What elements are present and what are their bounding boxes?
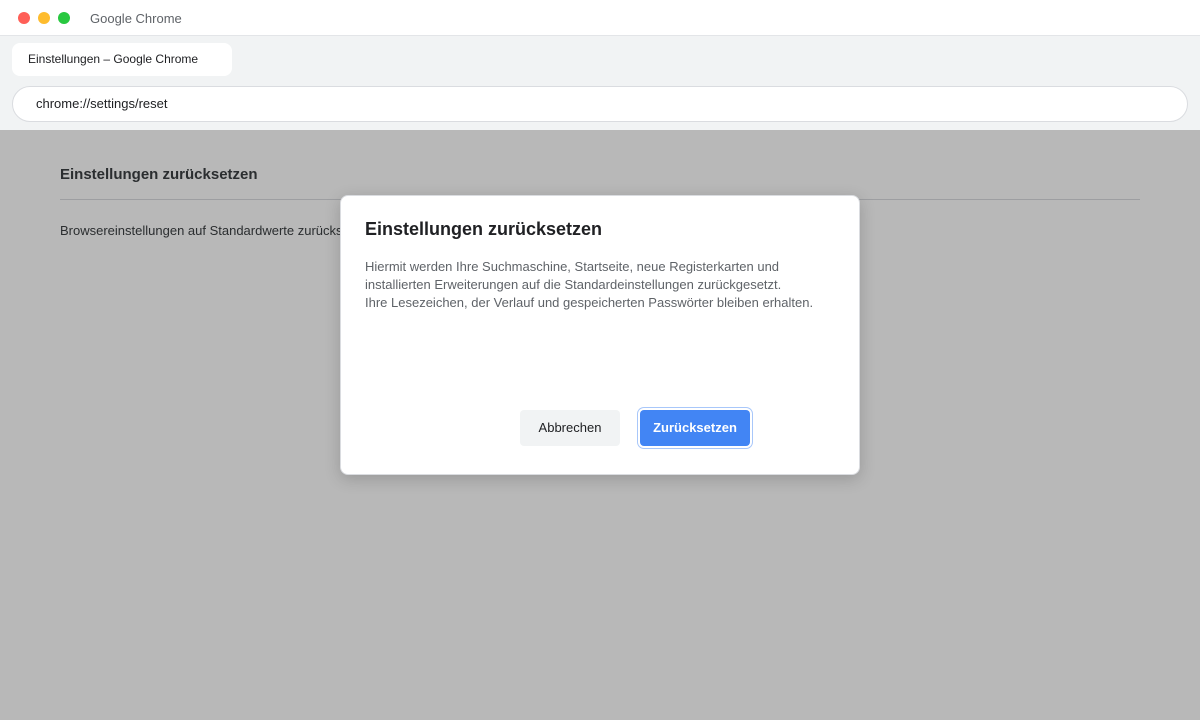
address-bar[interactable]: chrome://settings/reset (12, 86, 1188, 122)
dialog-body-line: installierten Erweiterungen auf die Stan… (365, 277, 782, 292)
reset-settings-dialog: Einstellungen zurücksetzen Hiermit werde… (340, 195, 860, 475)
close-window-button[interactable] (18, 12, 30, 24)
app-title: Google Chrome (90, 11, 182, 26)
reset-button[interactable]: Zurücksetzen (640, 410, 750, 446)
dialog-body-line: Hiermit werden Ihre Suchmaschine, Starts… (365, 259, 780, 274)
maximize-window-button[interactable] (58, 12, 70, 24)
title-bar: Google Chrome (0, 0, 1200, 36)
dialog-body: Hiermit werden Ihre Suchmaschine, Starts… (365, 258, 835, 312)
browser-window: Google Chrome Einstellungen – Google Chr… (0, 0, 1200, 720)
dialog-body-line: Ihre Lesezeichen, der Verlauf und gespei… (365, 295, 814, 310)
minimize-window-button[interactable] (38, 12, 50, 24)
browser-toolbar: Einstellungen – Google Chrome chrome://s… (0, 36, 1200, 130)
tab-settings[interactable]: Einstellungen – Google Chrome (12, 43, 232, 76)
cancel-button[interactable]: Abbrechen (520, 410, 620, 446)
dialog-title: Einstellungen zurücksetzen (365, 219, 603, 239)
